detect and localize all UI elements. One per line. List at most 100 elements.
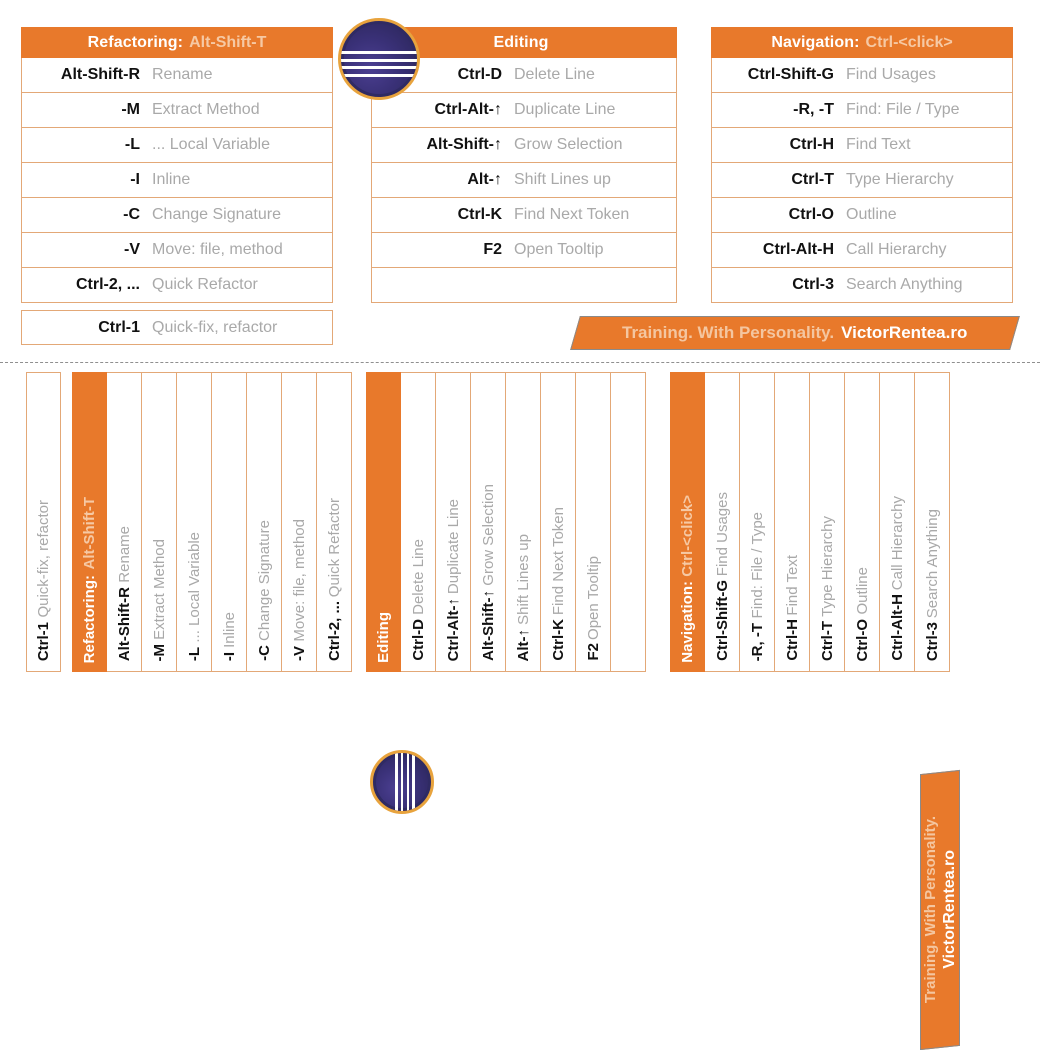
vertical-row-empty	[611, 372, 646, 672]
table-row[interactable]: -V Move: file, method	[21, 233, 333, 268]
shortcut-description: Duplicate Line	[514, 101, 616, 118]
shortcut-key: Ctrl-3	[923, 621, 941, 661]
table-row[interactable]: Ctrl-Alt-H Call Hierarchy	[711, 233, 1013, 268]
shortcut-key: Ctrl-Alt-↑	[444, 597, 462, 661]
banner-website: VictorRentea.ro	[841, 323, 968, 342]
vcard-editing-header: Editing	[366, 372, 401, 672]
vertical-row[interactable]: Find Text Ctrl-H	[775, 372, 810, 672]
vertical-row[interactable]: Call Hierarchy Ctrl-Alt-H	[880, 372, 915, 672]
shortcut-key: -C	[123, 206, 140, 223]
shortcut-description: Find Text	[846, 136, 911, 153]
shortcut-description: Type Hierarchy	[846, 171, 954, 188]
vertical-row[interactable]: Move: file, method -V	[282, 372, 317, 672]
shortcut-description: Find Usages	[713, 491, 731, 577]
table-row[interactable]: Alt-↑ Shift Lines up	[371, 163, 677, 198]
table-row[interactable]: Ctrl-H Find Text	[711, 128, 1013, 163]
vertical-row[interactable]: Inline -I	[212, 372, 247, 672]
section-divider	[0, 362, 1040, 363]
vertical-row[interactable]: Shift Lines up Alt-↑	[506, 372, 541, 672]
table-row[interactable]: Ctrl-1 Quick-fix, refactor	[21, 310, 333, 345]
shortcut-key: Ctrl-T	[791, 171, 834, 188]
branding-banner[interactable]: Training. With Personality. VictorRentea…	[570, 316, 1020, 350]
shortcut-description: Find Next Token	[549, 507, 567, 616]
branding-banner[interactable]: Training. With Personality. VictorRentea…	[920, 769, 960, 1050]
shortcut-description: Rename	[152, 66, 213, 83]
vertical-row[interactable]: Quick Refactor Ctrl-2, ...	[317, 372, 352, 672]
shortcut-description: Grow Selection	[514, 136, 623, 153]
shortcut-description: Quick-fix, refactor	[152, 318, 278, 336]
vertical-row[interactable]: Type Hierarchy Ctrl-T	[810, 372, 845, 672]
shortcut-description: Change Signature	[255, 520, 273, 642]
card-quickfix: Ctrl-1 Quick-fix, refactor	[21, 310, 333, 345]
card-navigation-header: Navigation: Ctrl-<click>	[711, 27, 1013, 58]
shortcut-description: Type Hierarchy	[818, 516, 836, 617]
vertical-row[interactable]: ... Local Variable -L	[177, 372, 212, 672]
shortcut-description: Outline	[846, 206, 897, 223]
table-row[interactable]: Ctrl-O Outline	[711, 198, 1013, 233]
table-row[interactable]: Ctrl-2, ... Quick Refactor	[21, 268, 333, 303]
table-row[interactable]: F2 Open Tooltip	[371, 233, 677, 268]
shortcut-key: -M	[150, 643, 168, 662]
table-row[interactable]: Ctrl-Shift-G Find Usages	[711, 58, 1013, 93]
shortcut-key: Ctrl-Shift-G	[747, 66, 834, 83]
vertical-row[interactable]: Search Anything Ctrl-3	[915, 372, 950, 672]
vertical-row[interactable]: Outline Ctrl-O	[845, 372, 880, 672]
shortcut-key: Alt-Shift-↑	[479, 590, 497, 661]
vertical-row[interactable]: Delete Line Ctrl-D	[401, 372, 436, 672]
shortcut-key: F2	[483, 241, 502, 258]
vertical-row[interactable]: Change Signature -C	[247, 372, 282, 672]
vertical-row[interactable]: Find Usages Ctrl-Shift-G	[705, 372, 740, 672]
vcard-navigation-title: Navigation:	[679, 581, 696, 663]
vertical-row[interactable]: Find: File / Type -R, -T	[740, 372, 775, 672]
shortcut-key: Ctrl-Alt-H	[888, 594, 906, 661]
shortcut-key: Alt-↑	[467, 171, 502, 188]
shortcut-key: Ctrl-H	[789, 136, 834, 153]
vcard-refactoring-subtitle: Alt-Shift-T	[81, 497, 98, 570]
table-row[interactable]: Alt-Shift-↑ Grow Selection	[371, 128, 677, 163]
vcard-navigation: Ctrl-<click> Navigation: Find Usages Ctr…	[670, 372, 950, 672]
table-row[interactable]: -I Inline	[21, 163, 333, 198]
card-refactoring: Refactoring: Alt-Shift-T Alt-Shift-R Ren…	[21, 27, 333, 303]
shortcut-key: Ctrl-O	[788, 206, 834, 223]
eclipse-logo-icon	[370, 750, 434, 814]
shortcut-key: Ctrl-2, ...	[325, 600, 343, 661]
vertical-row[interactable]: Quick-fix, refactor Ctrl-1	[26, 372, 61, 672]
table-row[interactable]: -R, -T Find: File / Type	[711, 93, 1013, 128]
shortcut-key: -R, -T	[793, 101, 834, 118]
banner-website: VictorRentea.ro	[940, 850, 958, 970]
shortcut-key: Alt-Shift-R	[115, 586, 133, 661]
table-row[interactable]: Ctrl-Alt-↑ Duplicate Line	[371, 93, 677, 128]
cheatsheet-page: Refactoring: Alt-Shift-T Alt-Shift-R Ren…	[0, 0, 1040, 1050]
shortcut-key: Ctrl-O	[853, 618, 871, 662]
vertical-row[interactable]: Extract Method -M	[142, 372, 177, 672]
shortcut-key: -M	[121, 101, 140, 118]
shortcut-description: Open Tooltip	[514, 241, 604, 258]
table-row[interactable]: Ctrl-T Type Hierarchy	[711, 163, 1013, 198]
shortcut-key: Alt-Shift-R	[60, 66, 140, 83]
vertical-layout-area: Quick-fix, refactor Ctrl-1 Alt-Shift-T R…	[0, 372, 1040, 1050]
vcard-refactoring-header: Alt-Shift-T Refactoring:	[72, 372, 107, 672]
shortcut-description: Find Next Token	[514, 206, 630, 223]
vcard-navigation-header: Ctrl-<click> Navigation:	[670, 372, 705, 672]
shortcut-key: -I	[220, 651, 238, 661]
table-row[interactable]: Ctrl-K Find Next Token	[371, 198, 677, 233]
vertical-row[interactable]: Grow Selection Alt-Shift-↑	[471, 372, 506, 672]
shortcut-key: Ctrl-Shift-G	[713, 580, 731, 661]
table-row[interactable]: Alt-Shift-R Rename	[21, 58, 333, 93]
vcard-refactoring: Alt-Shift-T Refactoring: Rename Alt-Shif…	[72, 372, 352, 672]
card-refactoring-subtitle: Alt-Shift-T	[189, 33, 267, 51]
vertical-row[interactable]: Find Next Token Ctrl-K	[541, 372, 576, 672]
table-row[interactable]: -M Extract Method	[21, 93, 333, 128]
shortcut-key: Ctrl-3	[792, 276, 834, 293]
vertical-row[interactable]: Open Tooltip F2	[576, 372, 611, 672]
vcard-editing: Editing Delete Line Ctrl-D Duplicate Lin…	[366, 372, 646, 672]
table-row[interactable]: -L ... Local Variable	[21, 128, 333, 163]
vcard-refactoring-title: Refactoring:	[81, 574, 98, 663]
table-row[interactable]: Ctrl-3 Search Anything	[711, 268, 1013, 303]
card-refactoring-title: Refactoring:	[87, 33, 184, 51]
vertical-row[interactable]: Duplicate Line Ctrl-Alt-↑	[436, 372, 471, 672]
table-row[interactable]: -C Change Signature	[21, 198, 333, 233]
shortcut-description: Shift Lines up	[514, 533, 532, 625]
vertical-row[interactable]: Rename Alt-Shift-R	[107, 372, 142, 672]
shortcut-description: Search Anything	[923, 508, 941, 618]
